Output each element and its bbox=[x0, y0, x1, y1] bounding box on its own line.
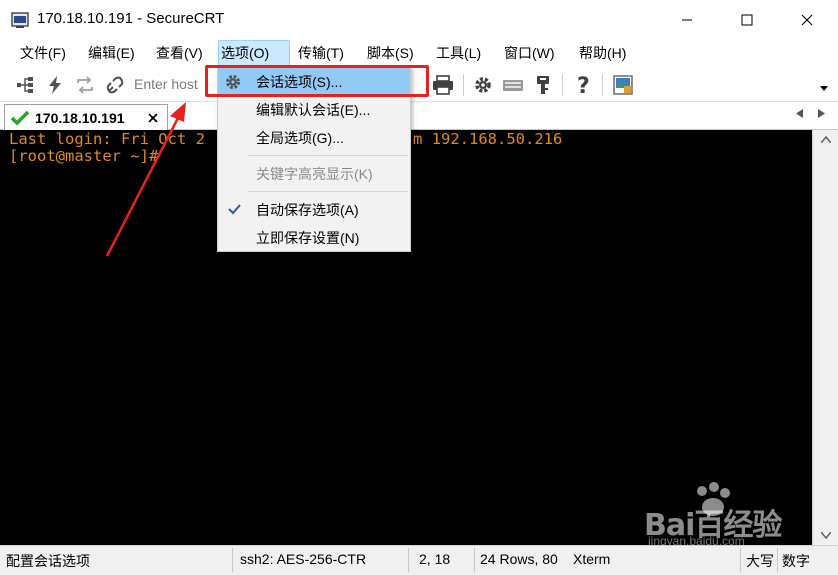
question-mark-icon: ? bbox=[577, 74, 590, 96]
menu-file[interactable]: 文件(F) bbox=[18, 40, 68, 66]
scroll-up-arrow-icon[interactable] bbox=[821, 136, 831, 143]
status-terminal-type: Xterm bbox=[573, 551, 611, 567]
menu-edit[interactable]: 编辑(E) bbox=[86, 40, 137, 66]
menu-separator bbox=[248, 155, 408, 156]
status-terminal-size: 24 Rows, 80 bbox=[480, 551, 558, 567]
tab-scroll-right-button[interactable] bbox=[818, 109, 825, 121]
close-icon bbox=[801, 14, 813, 26]
svg-text:?: ? bbox=[577, 74, 590, 96]
menu-item-label: 全局选项(G)... bbox=[256, 130, 344, 146]
quick-connect-button[interactable] bbox=[44, 74, 66, 96]
menu-bar: 文件(F) 编辑(E) 查看(V) 选项(O) 传输(T) 脚本(S) 工具(L… bbox=[0, 40, 838, 66]
toolbar-overflow-button[interactable] bbox=[820, 84, 828, 95]
reconnect-button[interactable] bbox=[74, 74, 96, 96]
close-button[interactable] bbox=[784, 0, 830, 40]
securecrt-app-icon[interactable] bbox=[11, 11, 29, 29]
menu-item-auto-save-options[interactable]: 自动保存选项(A) bbox=[218, 196, 410, 224]
connect-button[interactable] bbox=[14, 74, 36, 96]
chevron-down-icon bbox=[820, 86, 828, 91]
status-separator bbox=[232, 548, 233, 572]
menu-separator bbox=[248, 191, 408, 192]
toolbar-separator bbox=[463, 74, 464, 96]
session-tab-label: 170.18.10.191 bbox=[35, 109, 125, 126]
gear-icon bbox=[475, 77, 491, 93]
minimize-icon bbox=[682, 19, 692, 21]
checkmark-icon bbox=[228, 204, 241, 215]
menu-window[interactable]: 窗口(W) bbox=[502, 40, 557, 66]
printer-icon bbox=[433, 75, 453, 95]
link-icon bbox=[106, 76, 124, 94]
status-num-lock: 数字 bbox=[782, 553, 810, 569]
menu-item-label: 关键字高亮显示(K) bbox=[256, 166, 373, 182]
keyboard-icon bbox=[503, 80, 523, 91]
annotation-highlight-box bbox=[205, 65, 429, 97]
connect-tree-icon bbox=[17, 77, 33, 93]
status-protocol: ssh2: AES-256-CTR bbox=[240, 551, 367, 567]
menu-item-label: 自动保存选项(A) bbox=[256, 202, 359, 218]
connected-check-icon bbox=[11, 110, 29, 125]
status-bar: 配置会话选项 ssh2: AES-256-CTR 2, 18 24 Rows, … bbox=[0, 545, 838, 575]
status-cursor-position: 2, 18 bbox=[419, 551, 451, 567]
reconnect-icon bbox=[77, 76, 93, 94]
toolbar-separator bbox=[562, 74, 563, 96]
disconnect-button[interactable] bbox=[104, 74, 126, 96]
host-input[interactable] bbox=[134, 72, 214, 96]
terminal-line-1-tail: m 192.168.50.216 bbox=[413, 130, 563, 148]
status-separator bbox=[474, 548, 475, 572]
status-caps-lock: 大写 bbox=[746, 553, 774, 569]
status-message: 配置会话选项 bbox=[6, 553, 90, 569]
menu-view[interactable]: 查看(V) bbox=[154, 40, 205, 66]
menu-item-label: 编辑默认会话(E)... bbox=[256, 102, 371, 118]
menu-item-global-options[interactable]: 全局选项(G)... bbox=[218, 124, 410, 152]
title-bar: 170.18.10.191 - SecureCRT bbox=[0, 0, 838, 40]
close-tab-icon[interactable] bbox=[147, 112, 159, 124]
session-tab-bar: 170.18.10.191 bbox=[0, 102, 838, 130]
menu-help[interactable]: 帮助(H) bbox=[577, 40, 628, 66]
menu-script[interactable]: 脚本(S) bbox=[365, 40, 416, 66]
about-button[interactable] bbox=[612, 74, 634, 96]
triangle-right-icon bbox=[818, 109, 825, 118]
keymap-button[interactable] bbox=[502, 74, 524, 96]
lightning-icon bbox=[49, 76, 61, 94]
help-button[interactable]: ? bbox=[572, 74, 594, 96]
toolbar-separator bbox=[602, 74, 603, 96]
window-title: 170.18.10.191 - SecureCRT bbox=[37, 10, 225, 27]
menu-transfer[interactable]: 传输(T) bbox=[296, 40, 346, 66]
sftp-button[interactable] bbox=[532, 74, 554, 96]
menu-item-label: 立即保存设置(N) bbox=[256, 230, 360, 246]
print-button[interactable] bbox=[432, 74, 454, 96]
terminal-prompt: [root@master ~]# bbox=[9, 147, 159, 165]
menu-options[interactable]: 选项(O) bbox=[218, 40, 290, 66]
menu-item-save-settings-now[interactable]: 立即保存设置(N) bbox=[218, 224, 410, 252]
status-separator bbox=[740, 548, 741, 572]
picture-icon bbox=[613, 75, 633, 95]
session-tab[interactable]: 170.18.10.191 bbox=[4, 104, 168, 130]
maximize-button[interactable] bbox=[724, 0, 770, 40]
status-separator bbox=[408, 548, 409, 572]
tab-scroll-left-button[interactable] bbox=[796, 109, 803, 121]
terminal-line-1: Last login: Fri Oct 2 bbox=[9, 130, 205, 148]
session-options-button[interactable] bbox=[472, 74, 494, 96]
triangle-left-icon bbox=[796, 109, 803, 118]
menu-item-edit-default-session[interactable]: 编辑默认会话(E)... bbox=[218, 96, 410, 124]
key-icon bbox=[537, 76, 549, 94]
baidu-jingyan-watermark: Bai百经验 jingyan.baidu.com bbox=[640, 482, 830, 550]
menu-tools[interactable]: 工具(L) bbox=[434, 40, 483, 66]
minimize-button[interactable] bbox=[664, 0, 710, 40]
status-separator bbox=[777, 548, 778, 572]
menu-item-keyword-highlighting: 关键字高亮显示(K) bbox=[218, 160, 410, 188]
maximize-icon bbox=[741, 14, 753, 26]
